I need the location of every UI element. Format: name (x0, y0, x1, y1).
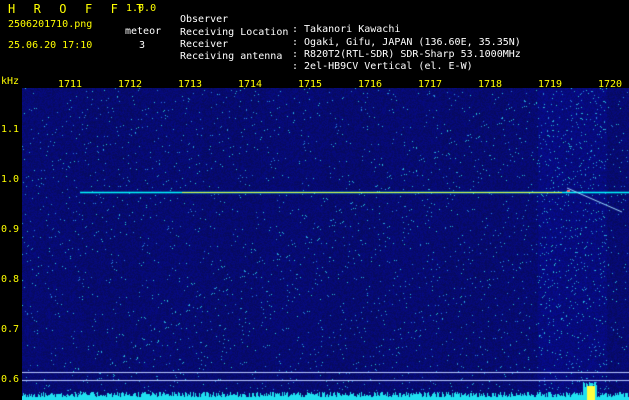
spectrogram-canvas (22, 88, 629, 400)
y-axis-unit: kHz (1, 76, 20, 87)
info-value: : 2el-HB9CV Vertical (el. E-W) (292, 61, 473, 72)
meteor-label: meteor (125, 26, 162, 37)
spectrogram-image (22, 88, 629, 400)
y-tick-label: 1.1 (1, 124, 20, 135)
info-value: : Ogaki, Gifu, JAPAN (136.60E, 35.35N) (292, 37, 521, 48)
y-tick-label: 0.7 (1, 324, 20, 335)
y-tick-label: 1.0 (1, 174, 20, 185)
observation-datetime: 25.06.20 17:10 (8, 40, 93, 51)
spectrogram-panel: kHz 1711 1712 1713 1714 1715 1716 1717 1… (0, 74, 629, 400)
image-filename: 2506201710.png (8, 19, 93, 30)
info-value: : Takanori Kawachi (292, 24, 401, 35)
meteor-count: 3 (139, 40, 146, 51)
info-key: Receiving antenna (180, 51, 283, 62)
y-tick-label: 0.8 (1, 274, 20, 285)
info-value: : R820T2(RTL-SDR) SDR-Sharp 53.1000MHz (292, 49, 521, 60)
y-tick-label: 0.6 (1, 374, 20, 385)
app-version: 1.0.0 (126, 3, 157, 14)
header: H R O F F T 1.0.0 2506201710.png 25.06.2… (0, 0, 629, 74)
y-tick-label: 0.9 (1, 224, 20, 235)
